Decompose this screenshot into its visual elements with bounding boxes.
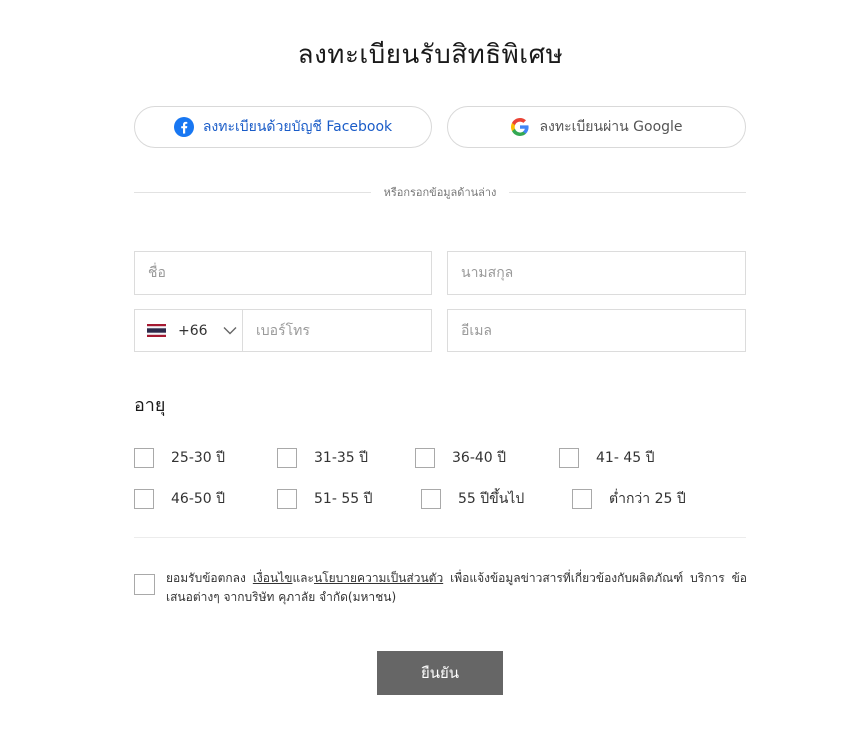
age-section-label: อายุ	[134, 395, 166, 416]
age-option-36-40[interactable]: 36-40 ปี	[415, 447, 506, 469]
first-name-input[interactable]	[134, 251, 432, 295]
divider-line-left	[134, 191, 371, 193]
age-checkbox[interactable]	[572, 489, 592, 509]
country-code-value: +66	[178, 322, 208, 339]
facebook-icon	[173, 117, 194, 137]
divider-text: หรือกรอกข้อมูลด้านล่าง	[383, 186, 497, 199]
age-checkbox[interactable]	[415, 448, 435, 468]
google-signup-label: ลงทะเบียนผ่าน Google	[539, 119, 683, 135]
chevron-down-icon	[223, 327, 237, 335]
age-option-label: 25-30 ปี	[171, 450, 226, 466]
age-option-label: 36-40 ปี	[452, 450, 507, 466]
last-name-input[interactable]	[447, 251, 746, 295]
age-option-51-55[interactable]: 51- 55 ปี	[277, 488, 372, 510]
age-option-55-plus[interactable]: 55 ปีขึ้นไป	[421, 488, 524, 510]
age-option-31-35[interactable]: 31-35 ปี	[277, 447, 368, 469]
age-option-label: 55 ปีขึ้นไป	[458, 491, 525, 507]
age-option-label: 31-35 ปี	[314, 450, 369, 466]
consent-checkbox[interactable]	[134, 574, 155, 595]
google-icon	[511, 118, 530, 136]
email-input[interactable]	[447, 309, 746, 352]
thailand-flag-icon	[147, 324, 166, 337]
phone-input[interactable]	[242, 309, 432, 352]
age-checkbox[interactable]	[559, 448, 579, 468]
age-option-label: 41- 45 ปี	[596, 450, 655, 466]
divider-line-right	[509, 191, 747, 193]
age-checkbox[interactable]	[277, 489, 297, 509]
age-option-label: 51- 55 ปี	[314, 491, 373, 507]
age-option-25-30[interactable]: 25-30 ปี	[134, 447, 225, 469]
age-option-label: 46-50 ปี	[171, 491, 226, 507]
consent-prefix: ยอมรับข้อตกลง	[166, 571, 253, 585]
age-checkbox[interactable]	[277, 448, 297, 468]
country-code-select[interactable]: +66	[134, 309, 243, 352]
age-option-46-50[interactable]: 46-50 ปี	[134, 488, 225, 510]
page-title: ลงทะเบียนรับสิทธิพิเศษ	[297, 40, 564, 70]
consent-text: ยอมรับข้อตกลง เงื่อนไขและนโยบายความเป็นส…	[166, 569, 747, 607]
age-checkbox[interactable]	[421, 489, 441, 509]
age-option-41-45[interactable]: 41- 45 ปี	[559, 447, 654, 469]
privacy-policy-link[interactable]: นโยบายความเป็นส่วนตัว	[314, 571, 443, 585]
age-option-label: ต่ำกว่า 25 ปี	[609, 491, 686, 507]
age-checkbox[interactable]	[134, 489, 154, 509]
section-divider	[134, 537, 746, 538]
or-divider: หรือกรอกข้อมูลด้านล่าง	[134, 181, 747, 203]
age-checkbox[interactable]	[134, 448, 154, 468]
consent-and: และ	[292, 571, 314, 585]
google-signup-button[interactable]: ลงทะเบียนผ่าน Google	[447, 106, 746, 148]
terms-link[interactable]: เงื่อนไข	[253, 571, 293, 585]
facebook-signup-button[interactable]: ลงทะเบียนด้วยบัญชี Facebook	[134, 106, 432, 148]
age-option-under-25[interactable]: ต่ำกว่า 25 ปี	[572, 488, 686, 510]
submit-button[interactable]: ยืนยัน	[377, 651, 503, 695]
facebook-signup-label: ลงทะเบียนด้วยบัญชี Facebook	[202, 119, 393, 135]
